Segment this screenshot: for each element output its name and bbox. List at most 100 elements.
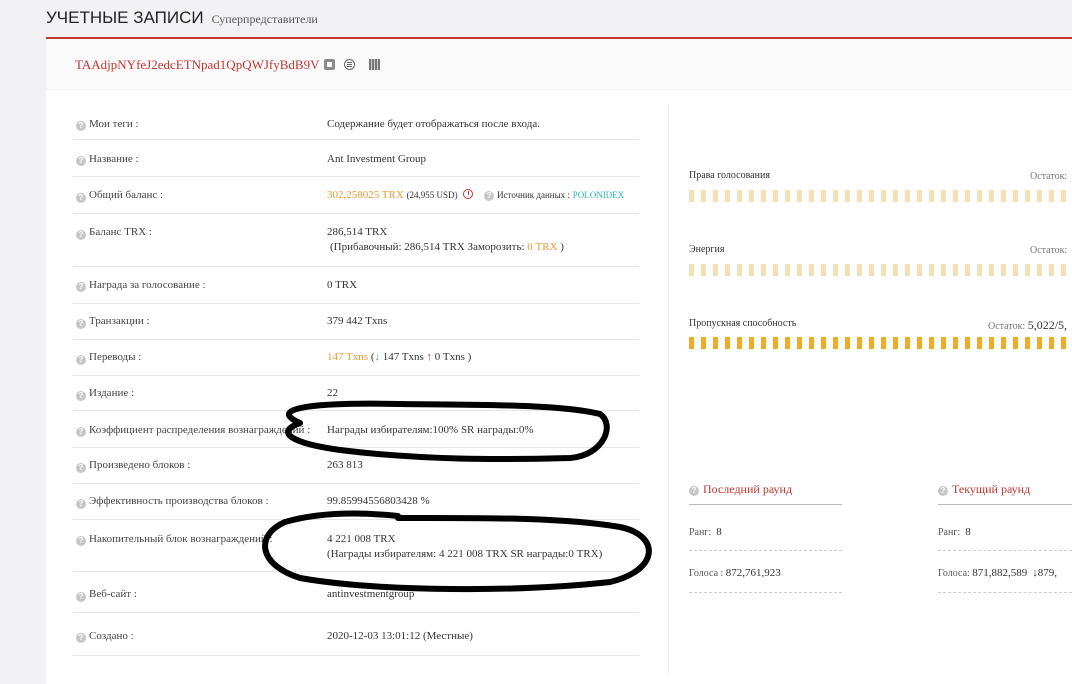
help-icon[interactable]: ? [484, 191, 495, 201]
transfers-in: 147 Txns [382, 351, 424, 363]
divider [938, 592, 1072, 593]
voting-rights-label: Права голосования [689, 170, 770, 181]
website-link[interactable]: antinvestmentgroup [327, 588, 414, 600]
row-vote-reward: ? Награда за голосование : 0 TRX [73, 267, 639, 304]
row-reward-ratio: ? Коэффициент распределения вознагражден… [73, 411, 639, 448]
row-value: Содержание будет отображаться после вход… [327, 118, 540, 130]
row-label: Баланс TRX : [89, 226, 152, 238]
row-label: Эффективность производства блоков : [89, 495, 269, 507]
row-value: 22 [327, 387, 338, 399]
detail-suffix: ) [560, 241, 564, 253]
row-value: Ant Investment Group [327, 153, 426, 165]
row-blocks: ? Произведено блоков : 263 813 [73, 448, 639, 484]
last-round-title: ? Последний раунд [689, 482, 792, 497]
votes-change: 879, [1037, 567, 1058, 579]
help-icon[interactable]: ? [76, 193, 86, 203]
help-icon[interactable]: ? [76, 355, 86, 365]
divider [689, 592, 842, 593]
row-label: Награда за голосование : [89, 279, 206, 291]
row-label: Транзакции : [89, 315, 150, 327]
help-icon[interactable]: ? [76, 499, 86, 509]
row-detail: (Прибавочный: 286,514 TRX Заморозить: 0 … [330, 241, 564, 253]
menu-icon[interactable] [344, 59, 355, 70]
help-icon[interactable]: ? [76, 463, 86, 473]
help-icon[interactable]: ? [76, 282, 86, 292]
row-label: Общий баланс : [89, 189, 164, 201]
help-icon[interactable]: ? [76, 156, 86, 166]
bandwidth-label: Пропускная способность [689, 318, 797, 329]
arrow-up-icon: ↑ [426, 351, 433, 363]
bandwidth-rest-value: 5,022/5, [1027, 318, 1068, 332]
last-round-votes: Голоса : 872,761,923 [689, 567, 781, 579]
last-round-rank: Ранг: 8 [689, 526, 722, 538]
row-label: Произведено блоков : [89, 459, 191, 471]
row-value: 2020-12-03 13:01:12 (Местные) [327, 630, 473, 642]
row-tags: ? Мои теги : Содержание будет отображать… [73, 104, 639, 140]
current-round-votes: Голоса: 871,882,589 ↓879, [938, 567, 1057, 579]
page-subtitle: Суперпредставители [211, 12, 318, 26]
account-card: ? Мои теги : Содержание будет отображать… [46, 90, 1072, 684]
bandwidth-rest: Остаток: 5,022/5, [988, 318, 1067, 333]
clock-icon[interactable] [463, 189, 474, 199]
help-icon[interactable]: ? [76, 391, 86, 401]
row-value: Награды избирателям:100% SR награды:0% [327, 424, 534, 436]
row-version: ? Издание : 22 [73, 376, 639, 411]
voting-rights-bar [689, 190, 1072, 202]
page-header: УЧЕТНЫЕ ЗАПИСИ Суперпредставители [46, 8, 318, 28]
frozen-amount: 0 TRX [527, 241, 558, 253]
detail-prefix: (Прибавочный: 286,514 TRX Заморозить: [330, 241, 525, 253]
row-transfers: ? Переводы : 147 Txns (↓ 147 Txns ↑ 0 Tx… [73, 340, 639, 376]
help-icon[interactable]: ? [938, 486, 948, 496]
rank-value: 8 [716, 526, 722, 538]
row-value: 286,514 TRX [327, 226, 388, 238]
row-value: 302,258025 TRX (24,955 USD) ? Источник да… [327, 189, 624, 201]
page-title: УЧЕТНЫЕ ЗАПИСИ [46, 8, 204, 27]
balance-amount: 302,258025 TRX [327, 189, 404, 201]
transactions-link[interactable]: 379 442 Txns [327, 315, 387, 327]
votes-value: 871,882,589 [972, 567, 1028, 579]
row-value: 99.85994556803428 % [327, 495, 430, 507]
help-icon[interactable]: ? [76, 319, 86, 329]
row-label: Название : [89, 153, 139, 165]
help-icon[interactable]: ? [76, 230, 86, 240]
help-icon[interactable]: ? [76, 536, 86, 546]
copy-icon[interactable] [324, 59, 335, 70]
data-source-link[interactable]: POLONIDEX [573, 190, 625, 200]
current-round-rank: Ранг: 8 [938, 526, 971, 538]
qr-code-icon[interactable] [369, 59, 380, 70]
current-round-underline [938, 504, 1072, 505]
current-round-title: ? Текущий раунд [938, 482, 1030, 497]
bandwidth-rest-label: Остаток: [988, 321, 1026, 332]
votes-label: Голоса : [689, 568, 724, 579]
help-icon[interactable]: ? [689, 486, 699, 496]
last-round-underline [689, 504, 842, 505]
account-address[interactable]: TAAdjpNYfeJ2edcETNpad1QpQWJfyBdB9V [75, 57, 319, 73]
votes-label: Голоса: [938, 568, 970, 579]
rank-label: Ранг: [938, 527, 961, 538]
transfers-out: 0 Txns [434, 351, 465, 363]
help-icon[interactable]: ? [76, 427, 86, 437]
row-label: Переводы : [89, 351, 142, 363]
row-value: 0 TRX [327, 279, 358, 291]
row-label: Веб-сайт : [89, 588, 137, 600]
rank-value: 8 [965, 526, 971, 538]
row-label: Коэффициент распределения вознаграждений… [89, 424, 311, 436]
energy-label: Энергия [689, 244, 725, 255]
blocks-link[interactable]: 263 813 [327, 459, 363, 471]
row-label: Накопительный блок вознаграждений : [89, 533, 273, 545]
row-created: ? Создано : 2020-12-03 13:01:12 (Местные… [73, 613, 639, 656]
help-icon[interactable]: ? [76, 633, 86, 643]
help-icon[interactable]: ? [76, 121, 86, 131]
row-accum-reward: ? Накопительный блок вознаграждений : 4 … [73, 520, 639, 572]
row-transactions: ? Транзакции : 379 442 Txns [73, 304, 639, 340]
row-label: Мои теги : [89, 118, 139, 130]
data-source-label: Источник данных : [497, 190, 570, 200]
transfers-link[interactable]: 147 Txns [327, 351, 368, 363]
last-round-title-text: Последний раунд [703, 482, 793, 496]
paren-close: ) [467, 351, 472, 363]
help-icon[interactable]: ? [76, 592, 86, 602]
row-value: 147 Txns (↓ 147 Txns ↑ 0 Txns ) [327, 351, 471, 363]
row-detail: (Награды избирателям: 4 221 008 TRX SR н… [327, 548, 603, 560]
current-round-title-text: Текущий раунд [952, 482, 1031, 496]
row-balance: ? Общий баланс : 302,258025 TRX (24,955 … [73, 177, 639, 214]
